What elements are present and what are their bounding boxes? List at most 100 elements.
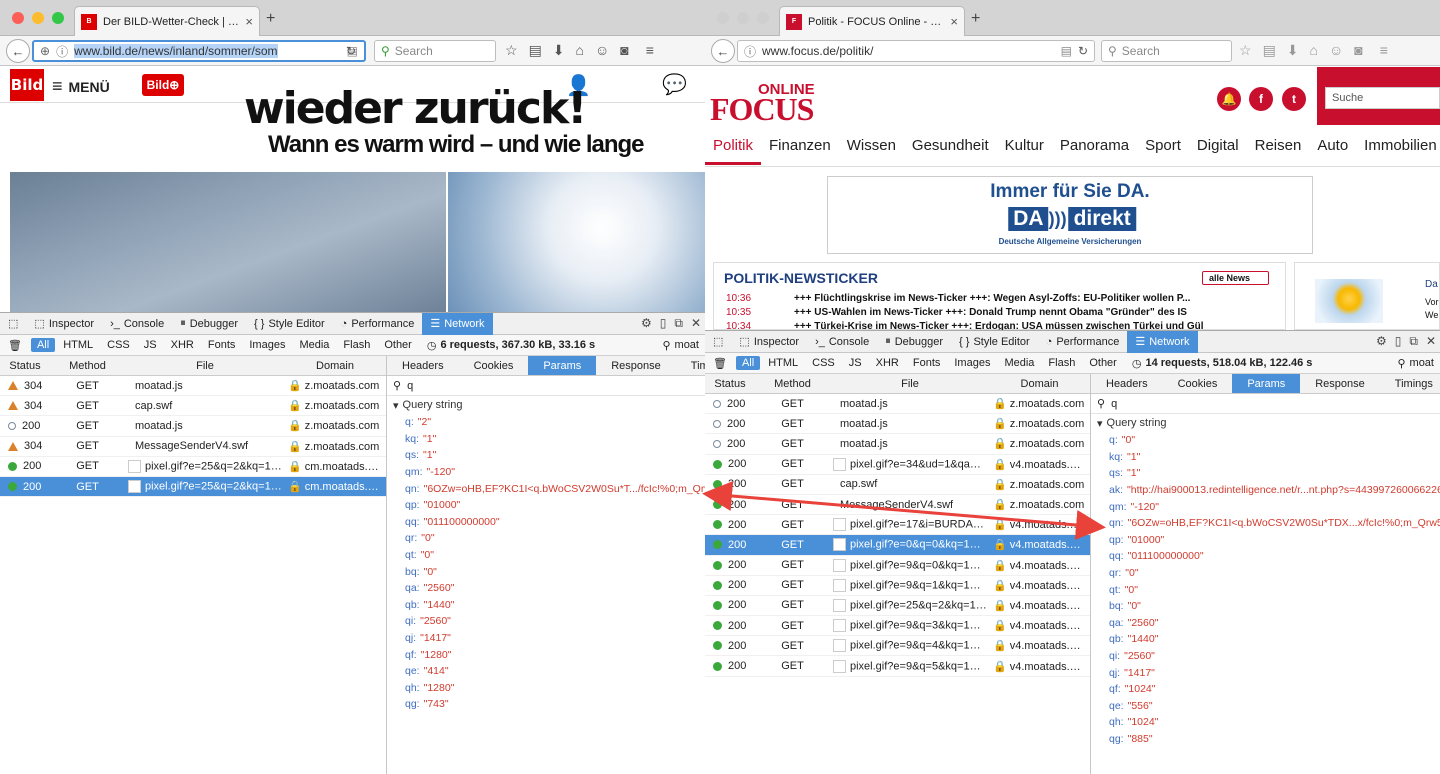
query-param-row[interactable]: qr: "0"	[387, 530, 705, 547]
search-bar[interactable]: ⚲ Search	[374, 40, 496, 62]
query-string-section[interactable]: ▾ Query string	[387, 396, 705, 414]
close-devtools-icon[interactable]: ✕	[1426, 334, 1436, 349]
query-param-row[interactable]: qn: "6OZw=oHB,EF?KC1I<q.bWoCSV2W0Su*T.../…	[387, 480, 705, 497]
table-row[interactable]: 200 GET pixel.gif?e=25&q=2&kq=1&... 🔒 v4.moa…	[705, 596, 1090, 617]
query-param-row[interactable]: kq: "1"	[1091, 449, 1440, 466]
query-param-row[interactable]: bq: "0"	[1091, 598, 1440, 615]
reader-view-icon[interactable]: ▤	[1061, 44, 1072, 58]
table-row[interactable]: 200 GET pixel.gif?e=9&q=3&kq=1&lo... 🔒 v4.mo…	[705, 616, 1090, 637]
params-filter[interactable]: ⚲ q	[1091, 394, 1440, 414]
nav-item-finanzen[interactable]: Finanzen	[761, 137, 839, 154]
column-header-status[interactable]: Status	[0, 360, 50, 372]
emoji-icon[interactable]: ☺	[1329, 42, 1343, 59]
query-param-row[interactable]: qe: "556"	[1091, 698, 1440, 715]
filter-css[interactable]: CSS	[806, 356, 841, 370]
reload-icon[interactable]: ↻	[346, 44, 356, 58]
details-tab-headers[interactable]: Headers	[387, 356, 459, 375]
column-header-file[interactable]: File	[125, 360, 285, 372]
url-bar[interactable]: ⊕ ⓘ www.bild.de/news/inland/sommer/som ▤	[32, 40, 366, 62]
nav-item-auto[interactable]: Auto	[1309, 137, 1356, 154]
bookmarks-list-icon[interactable]: ▤	[1263, 42, 1276, 59]
close-tab-icon[interactable]: ×	[245, 14, 253, 29]
undock-icon[interactable]: ⧉	[674, 316, 683, 331]
element-picker-icon[interactable]: ⬚	[705, 331, 731, 353]
minimize-window-button[interactable]	[32, 12, 44, 24]
details-tab-cookies[interactable]: Cookies	[459, 356, 529, 375]
notification-bell-icon[interactable]: 🔔	[1217, 87, 1241, 111]
column-header-domain[interactable]: Domain	[285, 360, 385, 372]
close-tab-icon[interactable]: ×	[950, 14, 958, 29]
table-row[interactable]: 200 GET pixel.gif?e=0&q=0&kq=1&lo... 🔒 v4.mo…	[705, 535, 1090, 556]
query-param-row[interactable]: qp: "01000"	[387, 497, 705, 514]
filter-html[interactable]: HTML	[57, 338, 99, 352]
query-param-row[interactable]: qa: "2560"	[387, 580, 705, 597]
query-param-row[interactable]: qs: "1"	[387, 447, 705, 464]
nav-item-gesundheit[interactable]: Gesundheit	[904, 137, 997, 154]
all-news-button[interactable]: alle News	[1202, 271, 1270, 285]
info-icon[interactable]: ⓘ	[56, 43, 68, 60]
table-row[interactable]: 200 GET pixel.gif?e=9&q=4&kq=1&lo... 🔒 v4.mo…	[705, 636, 1090, 657]
column-header-method[interactable]: Method	[50, 360, 125, 372]
filter-js[interactable]: JS	[843, 356, 868, 370]
reload-icon[interactable]: ↻	[1078, 44, 1088, 58]
details-tab-params[interactable]: Params	[1232, 374, 1301, 393]
table-row[interactable]: 200 GET pixel.gif?e=9&q=1&kq=1&lo... 🔒 v4.mo…	[705, 576, 1090, 596]
element-picker-icon[interactable]: ⬚	[0, 313, 26, 335]
query-param-row[interactable]: qh: "1024"	[1091, 714, 1440, 731]
query-param-row[interactable]: qa: "2560"	[1091, 615, 1440, 632]
table-row[interactable]: 200 GET MessageSenderV4.swf 🔒 z.moatads.com	[705, 495, 1090, 516]
query-param-row[interactable]: kq: "1"	[387, 431, 705, 448]
menu-button[interactable]: ≡ MENÜ	[52, 76, 110, 97]
details-tab-params[interactable]: Params	[528, 356, 597, 375]
query-param-row[interactable]: qq: "011100000000"	[1091, 548, 1440, 565]
column-header-domain[interactable]: Domain	[990, 378, 1089, 390]
search-bar[interactable]: ⚲ Search	[1101, 40, 1232, 62]
dock-side-icon[interactable]: ▯	[660, 316, 667, 331]
nav-item-kultur[interactable]: Kultur	[997, 137, 1052, 154]
filter-all[interactable]: All	[735, 356, 761, 370]
close-window-button[interactable]	[717, 12, 729, 24]
nav-item-digital[interactable]: Digital	[1189, 137, 1247, 154]
column-header-status[interactable]: Status	[705, 378, 755, 390]
browser-tab[interactable]: F Politik - FOCUS Online - Na... ×	[779, 6, 965, 36]
params-filter[interactable]: ⚲ q	[387, 376, 705, 396]
table-row[interactable]: 304 GET MessageSenderV4.swf 🔒 z.moatads.com	[0, 437, 386, 457]
dock-side-icon[interactable]: ▯	[1395, 334, 1402, 349]
filter-fonts[interactable]: Fonts	[202, 338, 242, 352]
url-bar[interactable]: ⓘ www.focus.de/politik/ ▤ ↻	[737, 40, 1095, 62]
table-row[interactable]: 200 GET pixel.gif?e=25&q=2&kq=1&... 🔒 cm.moa…	[0, 457, 386, 477]
filter-media[interactable]: Media	[293, 338, 335, 352]
query-param-row[interactable]: qr: "0"	[1091, 565, 1440, 582]
query-param-row[interactable]: q: "0"	[1091, 432, 1440, 449]
filter-images[interactable]: Images	[243, 338, 291, 352]
table-row[interactable]: 200 GET pixel.gif?e=25&q=2&kq=1&... 🔒 cm.moa…	[0, 476, 386, 498]
search-icon[interactable]: ⚲	[1108, 44, 1117, 58]
details-tab-response[interactable]: Response	[596, 356, 676, 375]
query-param-row[interactable]: qm: "-120"	[387, 464, 705, 481]
column-header-method[interactable]: Method	[755, 378, 830, 390]
details-tab-response[interactable]: Response	[1300, 374, 1380, 393]
new-tab-icon[interactable]: +	[266, 10, 275, 28]
query-param-row[interactable]: q: "2"	[387, 414, 705, 431]
nav-item-wissen[interactable]: Wissen	[839, 137, 904, 154]
table-row[interactable]: 200 GET pixel.gif?e=9&q=5&kq=1&lo... 🔒 v4.mo…	[705, 656, 1090, 677]
downloads-icon[interactable]: ⬇	[553, 42, 565, 59]
filter-js[interactable]: JS	[138, 338, 163, 352]
query-param-row[interactable]: qp: "01000"	[1091, 532, 1440, 549]
query-param-row[interactable]: qj: "1417"	[387, 630, 705, 647]
focus-logo[interactable]: ONLINE FOCUS	[710, 75, 820, 127]
nav-item-panorama[interactable]: Panorama	[1052, 137, 1137, 154]
pocket-icon[interactable]: ◙	[1354, 42, 1362, 59]
filter-css[interactable]: CSS	[101, 338, 136, 352]
query-param-row[interactable]: qb: "1440"	[1091, 631, 1440, 648]
query-param-row[interactable]: qs: "1"	[1091, 465, 1440, 482]
filter-other[interactable]: Other	[378, 338, 418, 352]
devtools-tab-style-editor[interactable]: { } Style Editor	[246, 313, 333, 335]
home-icon[interactable]: ⌂	[1310, 42, 1318, 59]
devtools-tab-performance[interactable]: ◔ Performance	[1038, 331, 1128, 353]
settings-gear-icon[interactable]: ⚙	[1376, 334, 1387, 349]
filter-html[interactable]: HTML	[762, 356, 804, 370]
query-param-row[interactable]: qi: "2560"	[1091, 648, 1440, 665]
table-row[interactable]: 200 GET pixel.gif?e=9&q=0&kq=1&lo... 🔒 v4.mo…	[705, 556, 1090, 576]
bildplus-logo[interactable]: Bild⊕	[142, 74, 184, 96]
